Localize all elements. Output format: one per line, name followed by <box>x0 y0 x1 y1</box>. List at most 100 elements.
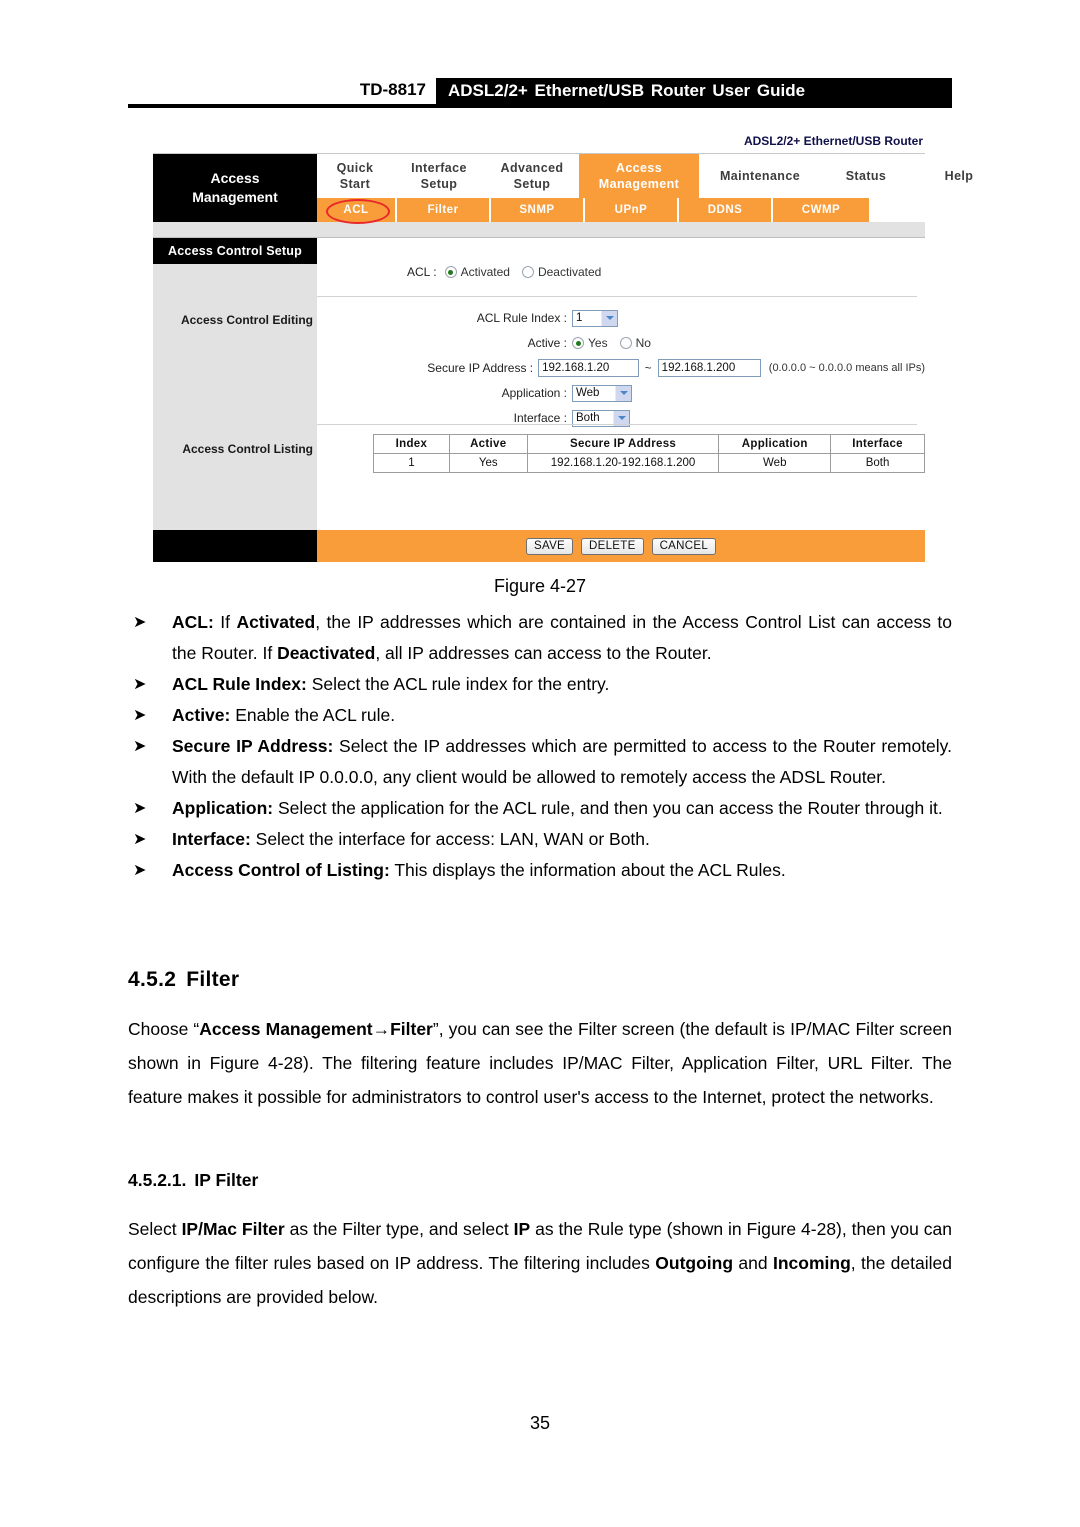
acl-enable-section: ACL : Activated Deactivated <box>317 238 925 298</box>
router-body: Access Control Setup Access Control Edit… <box>153 238 925 530</box>
subsection-title: IP Filter <box>194 1170 259 1190</box>
tab-interface-setup[interactable]: Interface Setup <box>393 154 485 198</box>
list-item: ➤ ACL: If Activated, the IP addresses whi… <box>128 607 952 669</box>
chevron-down-icon <box>601 310 617 326</box>
tab-help[interactable]: Help <box>911 154 1007 198</box>
column-header-active: Active <box>448 434 528 454</box>
secure-ip-hint: (0.0.0.0 ~ 0.0.0.0 means all IPs) <box>768 362 926 374</box>
tab-interface-setup-line2: Setup <box>420 177 458 191</box>
secure-ip-range-separator: ~ <box>644 361 652 375</box>
header-title-bar: ADSL2/2+ Ethernet/USB Router User Guide <box>436 78 952 105</box>
cell-application: Web <box>718 453 832 473</box>
subtab-acl[interactable]: ACL <box>317 198 397 224</box>
interface-label: Interface : <box>513 411 567 425</box>
subtab-ddns[interactable]: DDNS <box>679 198 773 222</box>
tab-status[interactable]: Status <box>821 154 911 198</box>
application-label: Application : <box>501 386 567 400</box>
router-brand-text: ADSL2/2+ Ethernet/USB Router <box>743 134 923 148</box>
delete-button[interactable]: DELETE <box>581 537 644 555</box>
acl-activated-radio[interactable] <box>444 266 457 278</box>
active-no-label: No <box>635 336 651 350</box>
subtab-snmp[interactable]: SNMP <box>491 198 585 222</box>
subtab-filter[interactable]: Filter <box>397 198 491 222</box>
application-row: Application : Web <box>317 383 925 403</box>
left-panel-label-editing: Access Control Editing <box>180 313 313 327</box>
rule-index-row: ACL Rule Index : 1 <box>317 308 925 328</box>
tab-access-management[interactable]: Access Management <box>579 154 699 198</box>
router-action-bar: SAVE DELETE CANCEL <box>153 530 925 562</box>
active-yes-radio[interactable] <box>572 337 584 349</box>
bullet-arrow-icon: ➤ <box>133 738 147 755</box>
rule-index-label: ACL Rule Index : <box>476 311 567 325</box>
bullet-arrow-icon: ➤ <box>133 676 147 693</box>
section-title: Filter <box>186 968 240 991</box>
acl-section-divider <box>317 296 917 297</box>
secure-ip-end-input[interactable]: 192.168.1.200 <box>657 359 761 377</box>
access-control-editing-form: ACL Rule Index : 1 Active : Yes No Secur… <box>317 298 925 428</box>
subtab-filler <box>869 198 925 222</box>
column-header-application: Application <box>718 434 832 454</box>
left-panel-title: Access Control Setup <box>153 238 317 264</box>
column-header-secure-ip-address: Secure IP Address <box>526 434 720 454</box>
cancel-button[interactable]: CANCEL <box>651 537 717 555</box>
cell-secure-ip-address: 192.168.1.20-192.168.1.200 <box>526 453 720 473</box>
cell-active: Yes <box>448 453 528 473</box>
action-bar-buttons: SAVE DELETE CANCEL <box>317 530 925 562</box>
router-navigation-block: Access Management Quick Start Interface … <box>153 154 1007 224</box>
interface-row: Interface : Both <box>317 408 925 428</box>
tab-quick-start-line2: Start <box>339 177 371 191</box>
rule-index-value: 1 <box>576 312 583 324</box>
cell-index: 1 <box>373 453 450 473</box>
router-separator-strip <box>153 222 925 238</box>
subtab-acl-label: ACL <box>343 204 369 216</box>
tab-maintenance[interactable]: Maintenance <box>699 154 821 198</box>
application-select[interactable]: Web <box>572 384 632 402</box>
header-title-text: ADSL2/2+ Ethernet/USB Router User Guide <box>448 81 806 100</box>
secure-ip-row: Secure IP Address : 192.168.1.20 ~ 192.1… <box>317 358 925 378</box>
application-value: Web <box>576 387 600 399</box>
tab-quick-start[interactable]: Quick Start <box>317 154 393 198</box>
bullet-arrow-icon: ➤ <box>133 831 147 848</box>
acl-label: ACL : <box>407 265 437 279</box>
chevron-down-icon <box>615 385 631 401</box>
interface-value: Both <box>576 412 600 424</box>
list-item: ➤ Access Control of Listing: This display… <box>128 855 952 886</box>
tab-quick-start-line1: Quick <box>336 160 374 175</box>
access-control-listing: Index Active Secure IP Address Applicati… <box>373 434 925 473</box>
bullet-arrow-icon: ➤ <box>133 800 147 817</box>
tab-advanced-setup-line1: Advanced <box>500 160 564 175</box>
router-left-panel: Access Control Setup Access Control Edit… <box>153 238 317 530</box>
list-item: ➤ ACL Rule Index: Select the ACL rule ind… <box>128 669 952 700</box>
active-yes-label: Yes <box>588 336 608 350</box>
listing-section-divider <box>317 424 917 425</box>
router-brand-line: ADSL2/2+ Ethernet/USB Router <box>153 133 925 154</box>
rule-index-select[interactable]: 1 <box>572 309 618 327</box>
router-logo-line2: Management <box>192 189 278 205</box>
active-no-radio[interactable] <box>619 337 632 349</box>
tab-advanced-setup-line2: Setup <box>513 177 551 191</box>
section-heading: 4.5.2 Filter <box>128 968 239 992</box>
router-section-logo: Access Management <box>153 154 317 222</box>
tab-access-management-line2: Management <box>598 177 680 191</box>
tab-advanced-setup[interactable]: Advanced Setup <box>485 154 579 198</box>
paragraph-filter-intro: Choose “Access Management→Filter”, you c… <box>128 1019 952 1107</box>
table-row[interactable]: 1 Yes 192.168.1.20-192.168.1.200 Web Bot… <box>373 453 925 473</box>
bullet-arrow-icon: ➤ <box>133 707 147 724</box>
paragraph-ip-filter: Select IP/Mac Filter as the Filter type,… <box>128 1219 952 1307</box>
router-content-panel: ACL : Activated Deactivated ACL Rule Ind… <box>317 238 925 530</box>
bullet-arrow-icon: ➤ <box>133 614 147 631</box>
table-header-row: Index Active Secure IP Address Applicati… <box>373 434 925 454</box>
secure-ip-start-input[interactable]: 192.168.1.20 <box>538 359 639 377</box>
tab-access-management-line1: Access <box>615 160 663 175</box>
cell-interface: Both <box>830 453 925 473</box>
router-logo-line1: Access <box>210 170 260 187</box>
action-bar-left-block <box>153 530 317 562</box>
bullet-list: ➤ ACL: If Activated, the IP addresses whi… <box>128 607 952 886</box>
router-sub-tabs: ACL Filter SNMP UPnP DDNS CWMP <box>317 198 925 224</box>
subtab-upnp[interactable]: UPnP <box>585 198 679 222</box>
header-model-number: TD-8817 <box>359 80 426 99</box>
acl-deactivated-label: Deactivated <box>537 265 602 279</box>
save-button[interactable]: SAVE <box>525 537 574 555</box>
subtab-cwmp[interactable]: CWMP <box>773 198 869 222</box>
acl-deactivated-radio[interactable] <box>521 266 534 278</box>
